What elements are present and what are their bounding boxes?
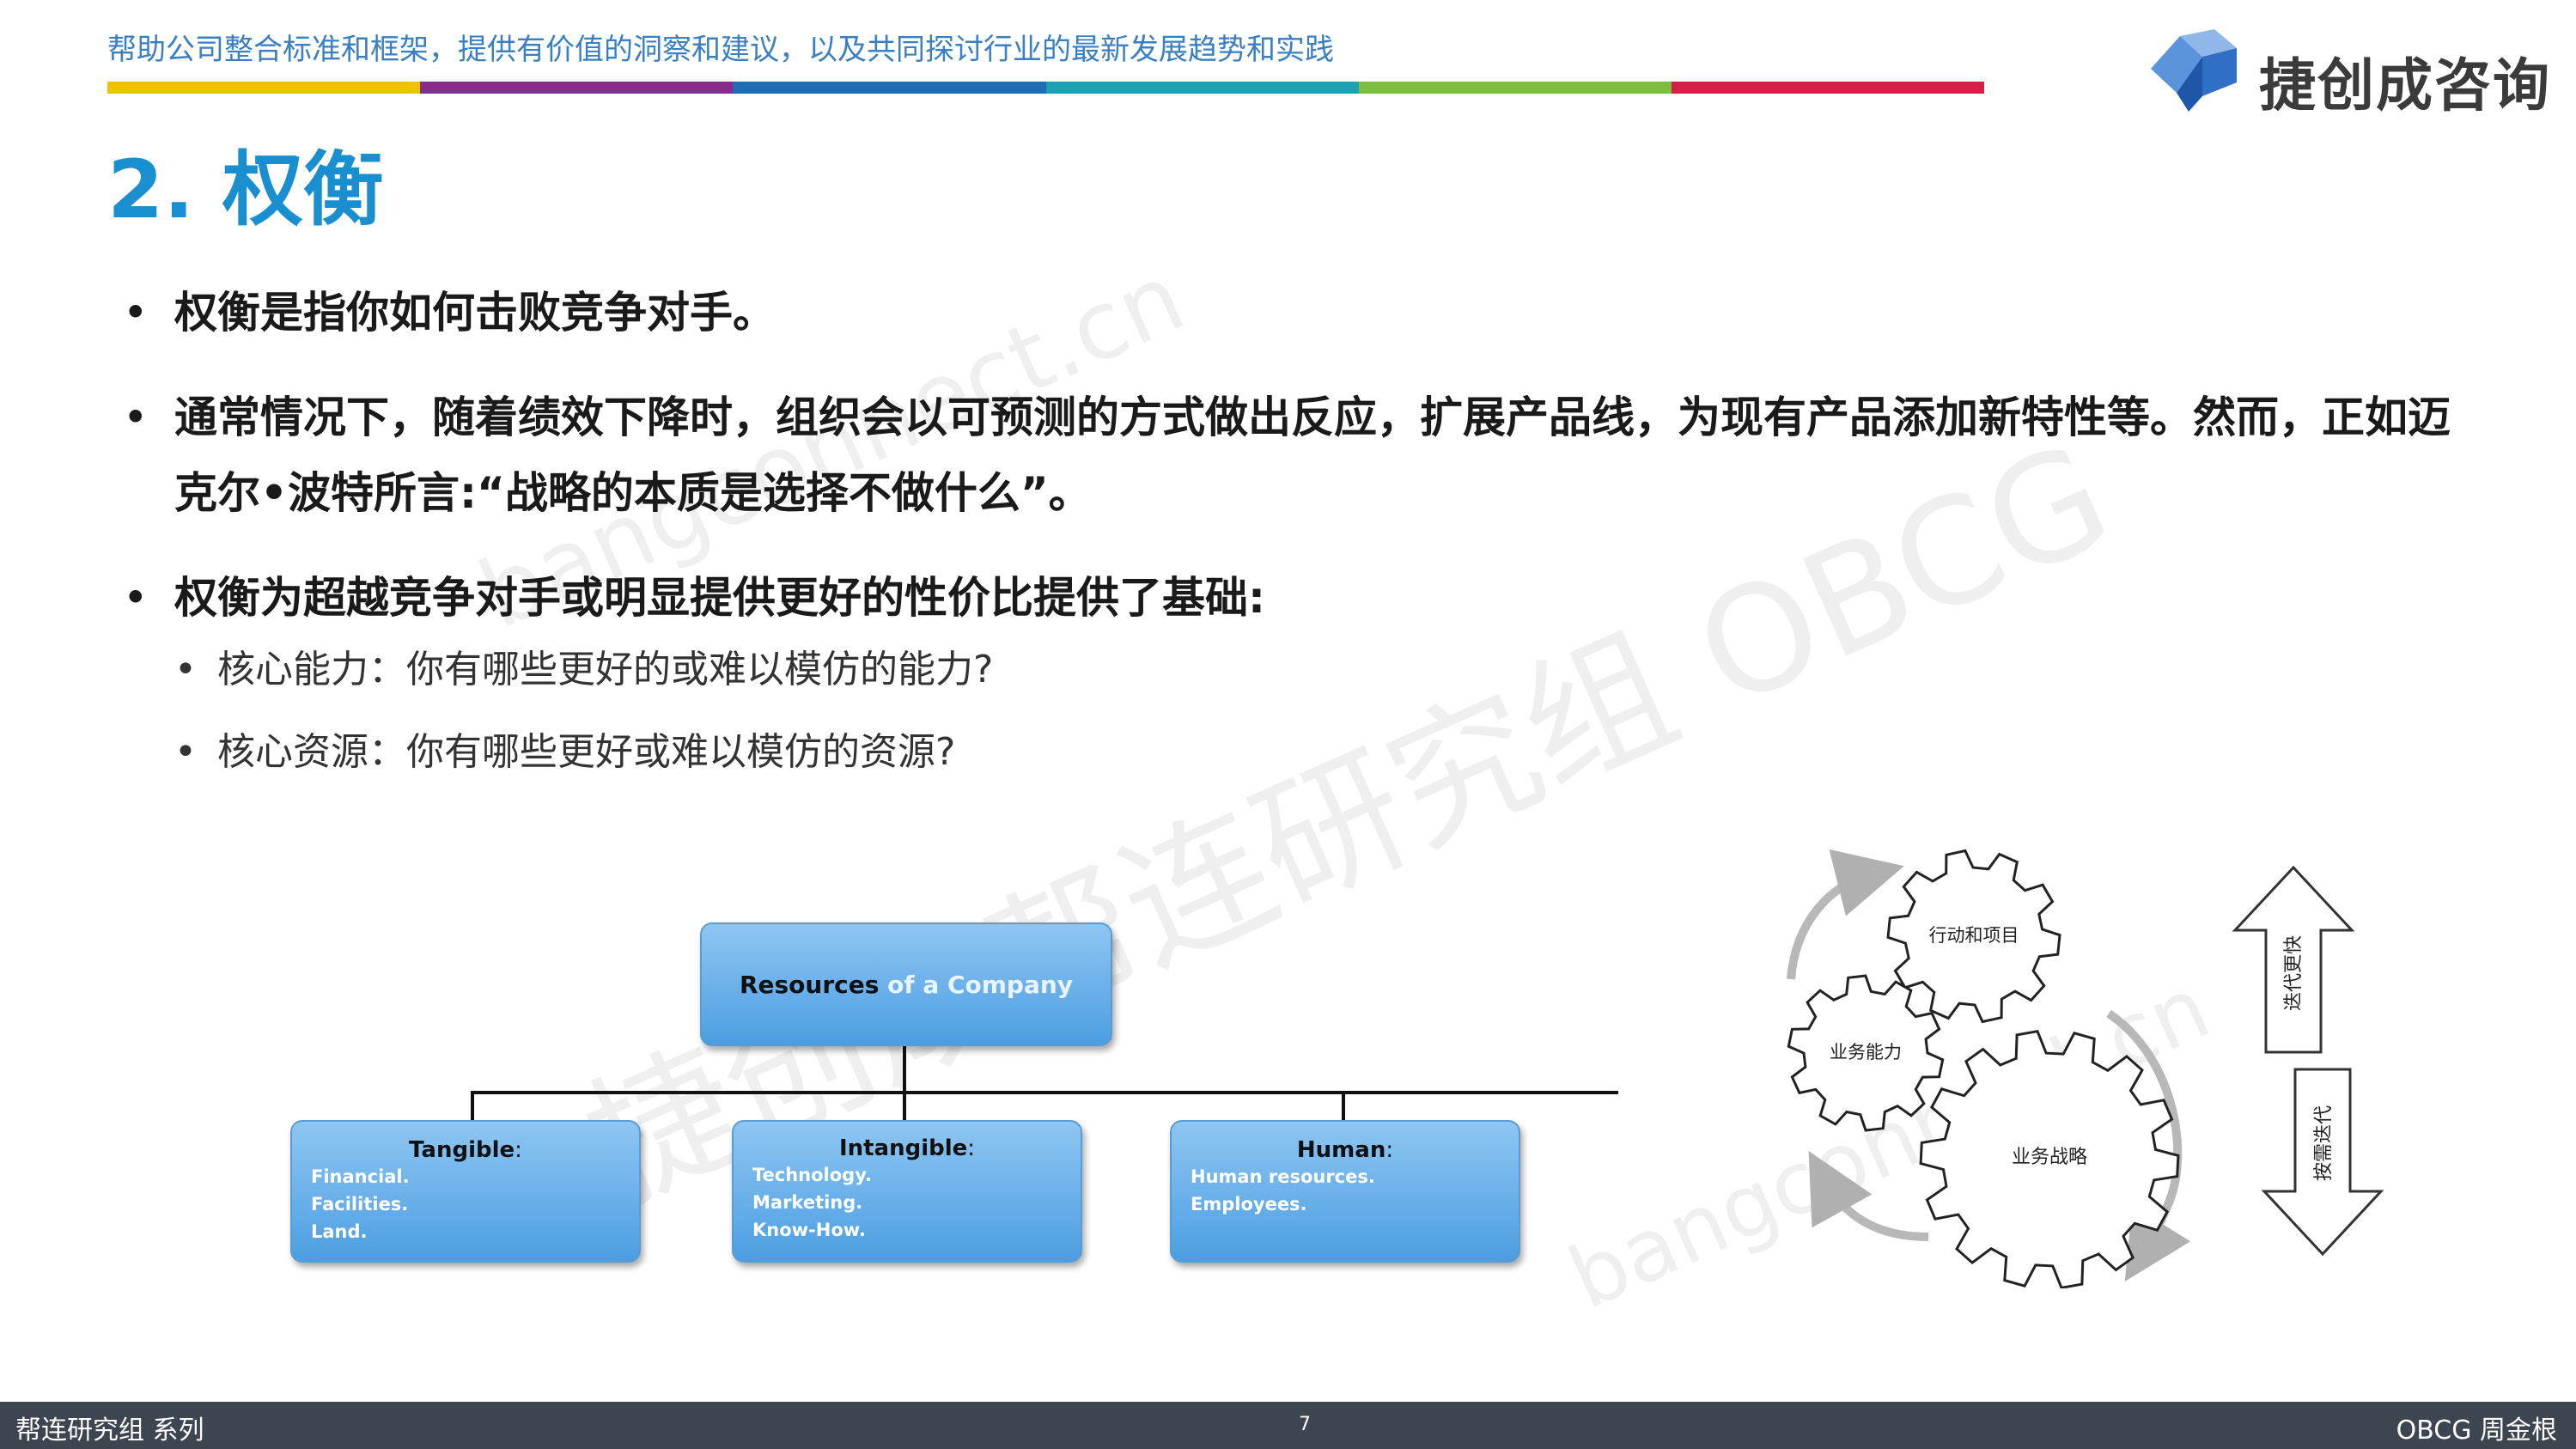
slide-title: 2. 权衡 <box>107 143 384 237</box>
node-title-text: Human <box>1296 1137 1386 1163</box>
bullet-item: 权衡为超越竞争对手或明显提供更好的性价比提供了基础: <box>116 560 2487 636</box>
color-bar-segment <box>1358 82 1672 94</box>
root-node: Resources of a Company <box>700 922 1112 1046</box>
child-node-tangible: Tangible: Financial. Facilities. Land. <box>290 1120 641 1263</box>
node-item: Know-How. <box>752 1220 866 1240</box>
header-color-bar <box>107 82 1985 94</box>
node-title-colon: : <box>967 1135 976 1161</box>
connector-line <box>903 1043 906 1093</box>
sub-bullet-item: 核心资源：你有哪些更好或难以模仿的资源? <box>116 727 2487 778</box>
header-tagline: 帮助公司整合标准和框架，提供有价值的洞察和建议，以及共同探讨行业的最新发展趋势和… <box>107 33 1334 67</box>
iteration-arrows: 迭代更快 按需迭代 <box>2232 865 2384 1257</box>
footer-author: OBCG 周金根 <box>2396 1416 2557 1446</box>
child-node-human: Human: Human resources. Employees. <box>1170 1120 1520 1263</box>
page-number: 7 <box>1299 1414 1311 1435</box>
node-item: Technology. <box>752 1165 872 1185</box>
cube-logo-icon <box>2151 29 2237 112</box>
child-node-intangible: Intangible: Technology. Marketing. Know-… <box>732 1120 1082 1263</box>
node-title-colon: : <box>1385 1137 1394 1163</box>
connector-line <box>471 1091 1618 1094</box>
node-title: Intangible: <box>734 1135 1081 1161</box>
color-bar-segment <box>420 82 734 94</box>
footer-bar: 帮连研究组 系列 7 OBCG 周金根 <box>0 1402 2576 1449</box>
color-bar-segment <box>107 82 421 94</box>
gear-left-label: 业务能力 <box>1830 1042 1902 1062</box>
company-logo: 捷创成咨询 <box>2147 24 2549 119</box>
color-bar-segment <box>1045 82 1359 94</box>
node-item: Marketing. <box>752 1192 863 1213</box>
up-arrow-label: 迭代更快 <box>2283 935 2305 1011</box>
color-bar-segment <box>1671 82 1985 94</box>
gear-big-label: 业务战略 <box>2012 1147 2087 1168</box>
down-arrow-label: 按需迭代 <box>2313 1105 2335 1181</box>
logo-text: 捷创成咨询 <box>2259 52 2551 119</box>
resources-org-chart: Resources of a Company Tangible: Financi… <box>275 910 1618 1288</box>
gear-top-label: 行动和项目 <box>1929 925 2019 946</box>
node-items: Financial. Facilities. Land. <box>292 1163 639 1245</box>
node-item: Employees. <box>1191 1194 1307 1215</box>
gears-diagram: 行动和项目 业务能力 业务战略 <box>1787 849 2191 1288</box>
bullet-item: 权衡是指你如何击败竞争对手。 <box>116 275 2487 350</box>
footer-series: 帮连研究组 系列 <box>15 1416 204 1446</box>
node-title-colon: : <box>515 1137 522 1163</box>
cycle-arc <box>1787 849 1904 980</box>
node-title-text: Intangible <box>838 1135 968 1161</box>
root-label-light: of a Company <box>879 970 1074 999</box>
root-label: Resources of a Company <box>740 971 1073 999</box>
cycle-arc <box>1808 1151 1929 1241</box>
sub-bullet-item: 核心能力：你有哪些更好的或难以模仿的能力? <box>116 644 2487 696</box>
node-item: Facilities. <box>311 1194 409 1215</box>
connector-line <box>1342 1091 1345 1122</box>
connector-line <box>471 1091 474 1122</box>
connector-line <box>903 1091 906 1122</box>
node-item: Human resources. <box>1191 1166 1375 1187</box>
bullet-item: 通常情况下，随着绩效下降时，组织会以可预测的方式做出反应，扩展产品线，为现有产品… <box>116 380 2487 531</box>
node-title-text: Tangible <box>409 1137 515 1163</box>
node-items: Human resources. Employees. <box>1172 1163 1519 1218</box>
node-items: Technology. Marketing. Know-How. <box>734 1161 1081 1244</box>
color-bar-segment <box>733 82 1046 94</box>
node-title: Human: <box>1172 1137 1519 1163</box>
root-label-dark: Resources <box>739 970 880 999</box>
bullet-list: 权衡是指你如何击败竞争对手。 通常情况下，随着绩效下降时，组织会以可预测的方式做… <box>116 275 2487 809</box>
node-item: Land. <box>311 1221 368 1242</box>
node-title: Tangible: <box>292 1137 639 1163</box>
node-item: Financial. <box>311 1166 410 1187</box>
